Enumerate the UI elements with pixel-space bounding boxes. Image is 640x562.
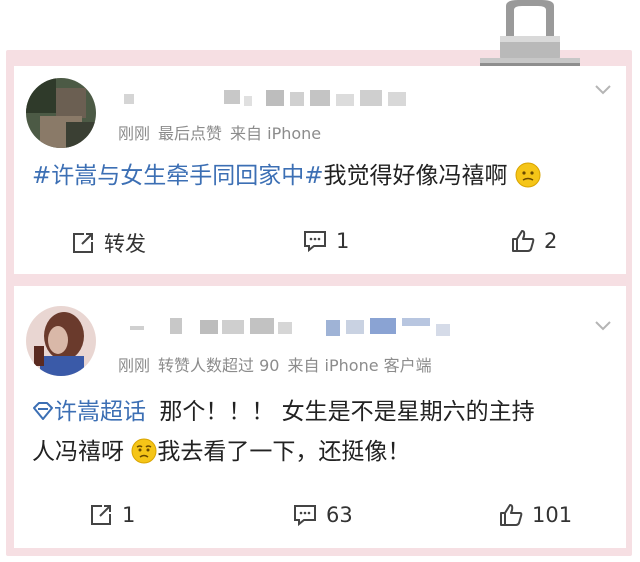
repost-icon: [91, 505, 111, 525]
post-actions: 转发 1 2: [14, 228, 626, 258]
repost-button[interactable]: 1: [88, 502, 135, 528]
avatar[interactable]: [26, 306, 96, 376]
post-actions: 1 63 101: [14, 502, 626, 532]
comment-button[interactable]: 1: [302, 228, 349, 254]
comment-button[interactable]: 63: [292, 502, 353, 528]
comment-count: 1: [336, 229, 350, 253]
like-button[interactable]: 101: [498, 502, 572, 528]
supertopic-link[interactable]: 许嵩超话: [54, 399, 146, 425]
blurred-username: [130, 316, 470, 338]
post-content: 许嵩超话 那个！！！ 女生是不是星期六的主持 人冯禧呀 我去看了一下，还挺像！: [32, 392, 617, 472]
repost-count: 1: [122, 503, 136, 527]
post-tag: 最后点赞: [158, 124, 223, 143]
like-count: 101: [532, 503, 573, 527]
chevron-down-icon[interactable]: [594, 84, 612, 96]
chevron-down-icon[interactable]: [594, 320, 612, 332]
post-time: 刚刚: [118, 124, 151, 143]
post-text: 我觉得好像冯禧啊: [323, 163, 508, 189]
repost-label: 转发: [104, 232, 146, 256]
like-count: 2: [544, 229, 558, 253]
post-content: #许嵩与女生牵手同回家中#我觉得好像冯禧啊: [32, 156, 541, 196]
supertopic-icon[interactable]: [32, 401, 54, 421]
post-text-line-2b: 我去看了一下，还挺像！: [157, 439, 411, 465]
hashtag-link[interactable]: #许嵩与女生牵手同回家中#: [32, 163, 324, 189]
like-button[interactable]: 2: [510, 228, 557, 254]
content-line-2: 人冯禧呀 我去看了一下，还挺像！: [32, 432, 617, 472]
post-meta: 刚刚 最后点赞 来自 iPhone: [118, 120, 329, 144]
post-card-1: 刚刚 最后点赞 来自 iPhone #许嵩与女生牵手同回家中#我觉得好像冯禧啊 转发…: [14, 66, 626, 274]
post-source: 来自 iPhone: [230, 124, 322, 143]
emoji-icon: [131, 438, 157, 464]
like-icon: [500, 504, 523, 526]
emoji-icon: [515, 162, 541, 188]
post-time: 刚刚: [118, 356, 151, 375]
repost-icon: [73, 233, 93, 253]
comment-icon: [294, 505, 316, 527]
post-text-line-2a: 人冯禧呀: [32, 439, 124, 465]
avatar[interactable]: [26, 78, 96, 148]
post-card-2: 刚刚 转赞人数超过 90 来自 iPhone 客户端 许嵩超话 那个！！！ 女生是不…: [14, 286, 626, 548]
post-meta: 刚刚 转赞人数超过 90 来自 iPhone 客户端: [118, 352, 440, 376]
like-icon: [512, 230, 535, 252]
content-line-1: 许嵩超话 那个！！！ 女生是不是星期六的主持: [32, 392, 617, 432]
post-source: 来自 iPhone 客户端: [287, 356, 432, 375]
post-tag: 转赞人数超过 90: [158, 356, 280, 375]
blurred-username: [114, 88, 434, 110]
repost-button[interactable]: 转发: [70, 228, 146, 258]
comment-count: 63: [326, 503, 353, 527]
comment-icon: [304, 231, 326, 253]
post-text-line-1: 那个！！！ 女生是不是星期六的主持: [159, 399, 535, 425]
